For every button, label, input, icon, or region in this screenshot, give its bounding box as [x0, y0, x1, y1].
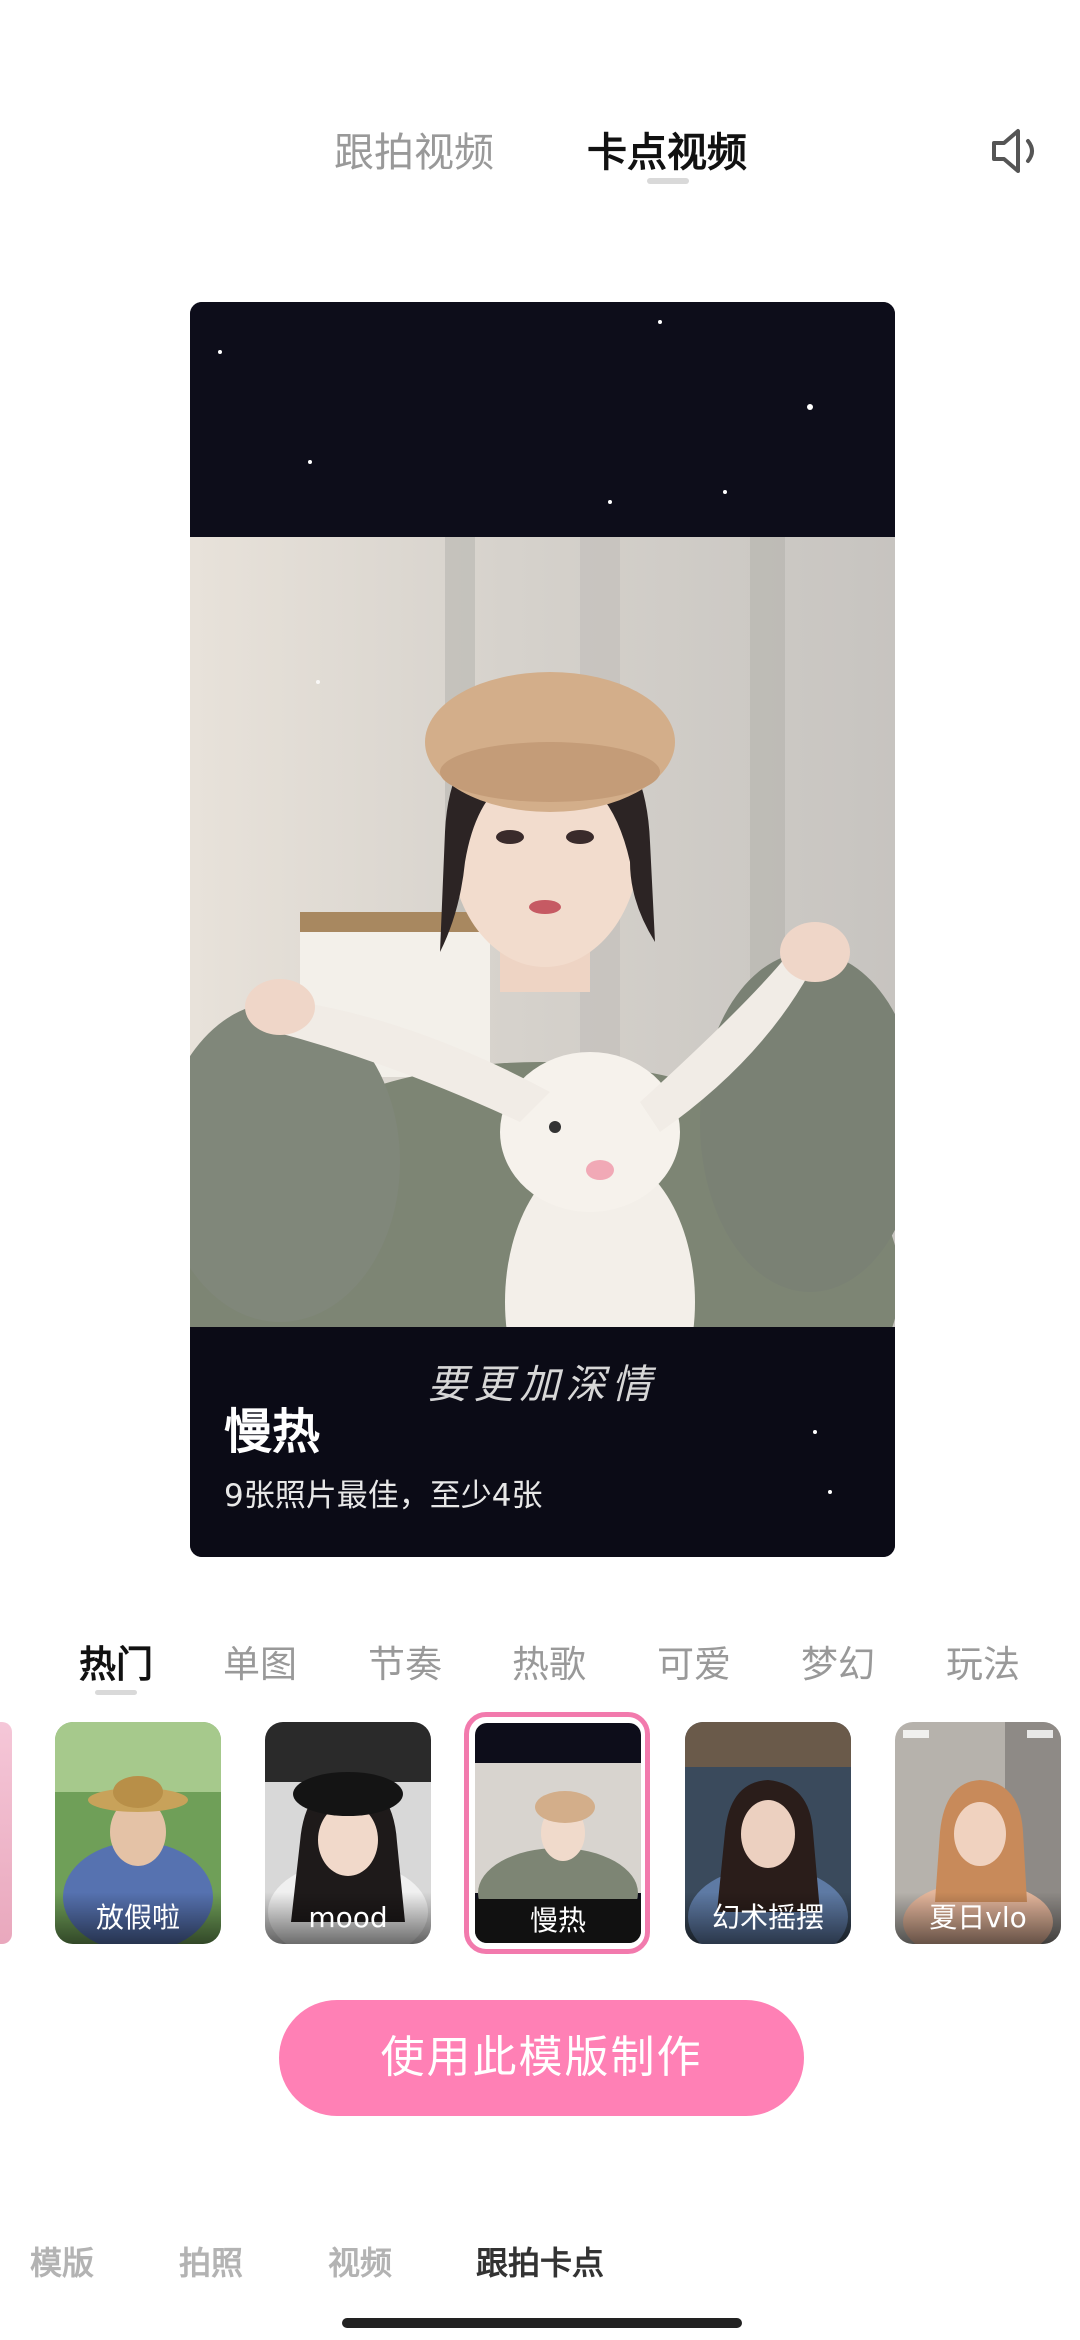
- category-hot[interactable]: 热门: [79, 1634, 153, 1688]
- template-label: 夏日vlo: [895, 1892, 1061, 1944]
- use-template-button[interactable]: 使用此模版制作: [279, 2000, 804, 2116]
- category-rhythm[interactable]: 节奏: [368, 1634, 442, 1688]
- template-card[interactable]: 夏日vlo: [895, 1722, 1061, 1944]
- category-indicator: [95, 1690, 137, 1695]
- speaker-icon[interactable]: [990, 126, 1046, 176]
- template-card[interactable]: 放假啦: [55, 1722, 221, 1944]
- template-label: mood: [265, 1892, 431, 1944]
- tab-indicator: [647, 178, 689, 184]
- template-card[interactable]: 幻术摇摆: [685, 1722, 851, 1944]
- template-card-selected[interactable]: 慢热: [475, 1723, 641, 1943]
- category-single-image[interactable]: 单图: [223, 1634, 297, 1688]
- template-label: 放假啦: [55, 1892, 221, 1944]
- nav-video[interactable]: 视频: [328, 2238, 392, 2284]
- tab-follow-video[interactable]: 跟拍视频: [334, 120, 494, 178]
- template-preview[interactable]: 要更加深情 慢热 9张照片最佳，至少4张: [190, 302, 895, 1557]
- category-dreamy[interactable]: 梦幻: [801, 1634, 875, 1688]
- category-gameplay[interactable]: 玩法: [946, 1634, 1020, 1688]
- category-cute[interactable]: 可爱: [657, 1634, 731, 1688]
- tab-beat-video[interactable]: 卡点视频: [587, 120, 747, 178]
- template-label: 慢热: [475, 1899, 641, 1943]
- template-peek[interactable]: [0, 1722, 12, 1944]
- preview-title: 慢热: [224, 1404, 321, 1460]
- category-hot-songs[interactable]: 热歌: [512, 1634, 586, 1688]
- nav-photo[interactable]: 拍照: [179, 2238, 243, 2284]
- nav-follow-beat[interactable]: 跟拍卡点: [476, 2238, 604, 2284]
- template-label: 幻术摇摆: [685, 1892, 851, 1944]
- template-card[interactable]: mood: [265, 1722, 431, 1944]
- preview-subtitle: 9张照片最佳，至少4张: [224, 1478, 543, 1514]
- home-indicator[interactable]: [342, 2318, 742, 2328]
- nav-templates[interactable]: 模版: [30, 2238, 94, 2284]
